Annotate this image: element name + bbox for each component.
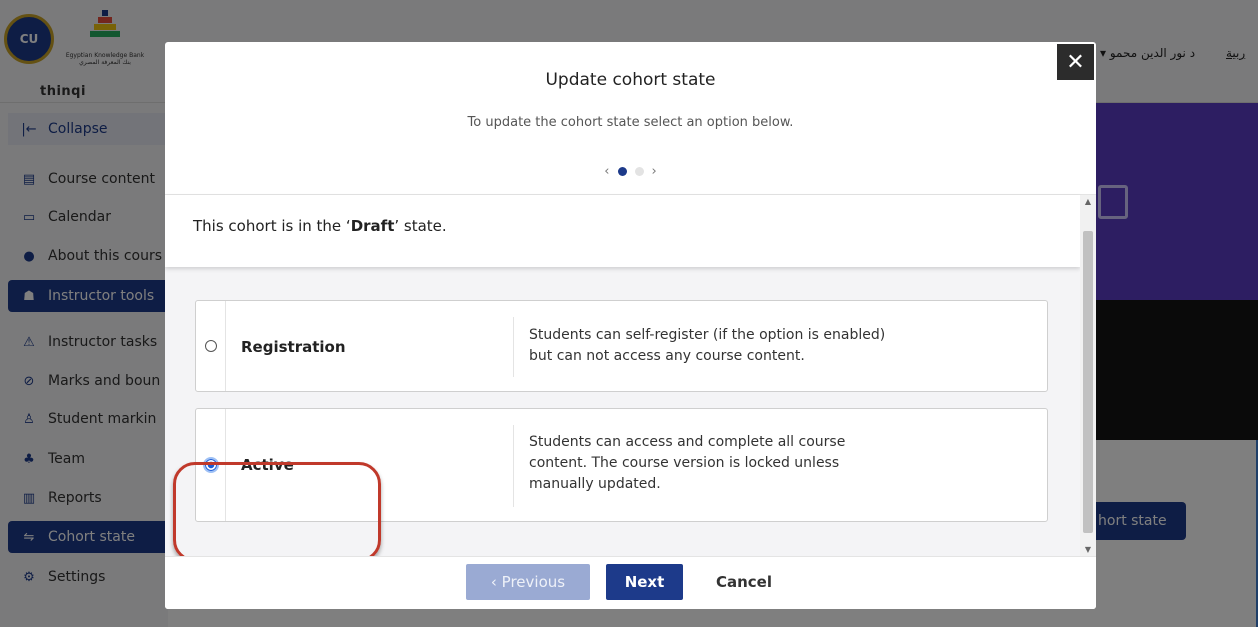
option-divider — [513, 317, 514, 377]
pager-dot-1[interactable] — [617, 167, 627, 176]
pager-next-icon[interactable]: › — [652, 164, 657, 179]
pager-dot-2[interactable] — [634, 167, 644, 176]
option-name: Registration — [241, 338, 346, 356]
scroll-up-icon[interactable]: ▲ — [1080, 195, 1096, 209]
option-divider — [513, 425, 514, 507]
next-button[interactable]: Next — [606, 564, 683, 600]
step-pager: ‹ › — [165, 164, 1096, 179]
close-icon[interactable]: ✕ — [1057, 44, 1094, 80]
radio-cell — [196, 301, 226, 391]
pager-prev-icon[interactable]: ‹ — [604, 164, 609, 179]
registration-radio[interactable] — [204, 340, 217, 352]
scrollbar[interactable]: ▲ ▼ — [1080, 195, 1096, 557]
current-state-text: This cohort is in the ‘Draft’ state. — [193, 217, 447, 235]
option-description: Students can self-register (if the optio… — [529, 327, 886, 364]
previous-button[interactable]: ‹ Previous — [466, 564, 590, 600]
option-registration[interactable]: Registration Students can self-register … — [195, 300, 1048, 392]
scrollbar-thumb[interactable] — [1083, 231, 1093, 533]
dialog-scroll-region[interactable]: This cohort is in the ‘Draft’ state. Reg… — [165, 194, 1096, 562]
dialog-title: Update cohort state — [545, 70, 716, 90]
dialog-footer: ‹ Previous Next Cancel — [165, 556, 1096, 609]
current-state-value: Draft — [350, 217, 395, 235]
cancel-button[interactable]: Cancel — [699, 564, 789, 600]
update-cohort-state-dialog: Update cohort state To update the cohort… — [165, 42, 1096, 609]
scroll-down-icon[interactable]: ▼ — [1080, 543, 1096, 557]
dialog-subtitle: To update the cohort state select an opt… — [467, 115, 794, 130]
current-state-panel: This cohort is in the ‘Draft’ state. — [165, 195, 1080, 267]
option-description: Students can access and complete all cou… — [529, 434, 846, 492]
annotation-highlight-ring — [173, 462, 381, 562]
